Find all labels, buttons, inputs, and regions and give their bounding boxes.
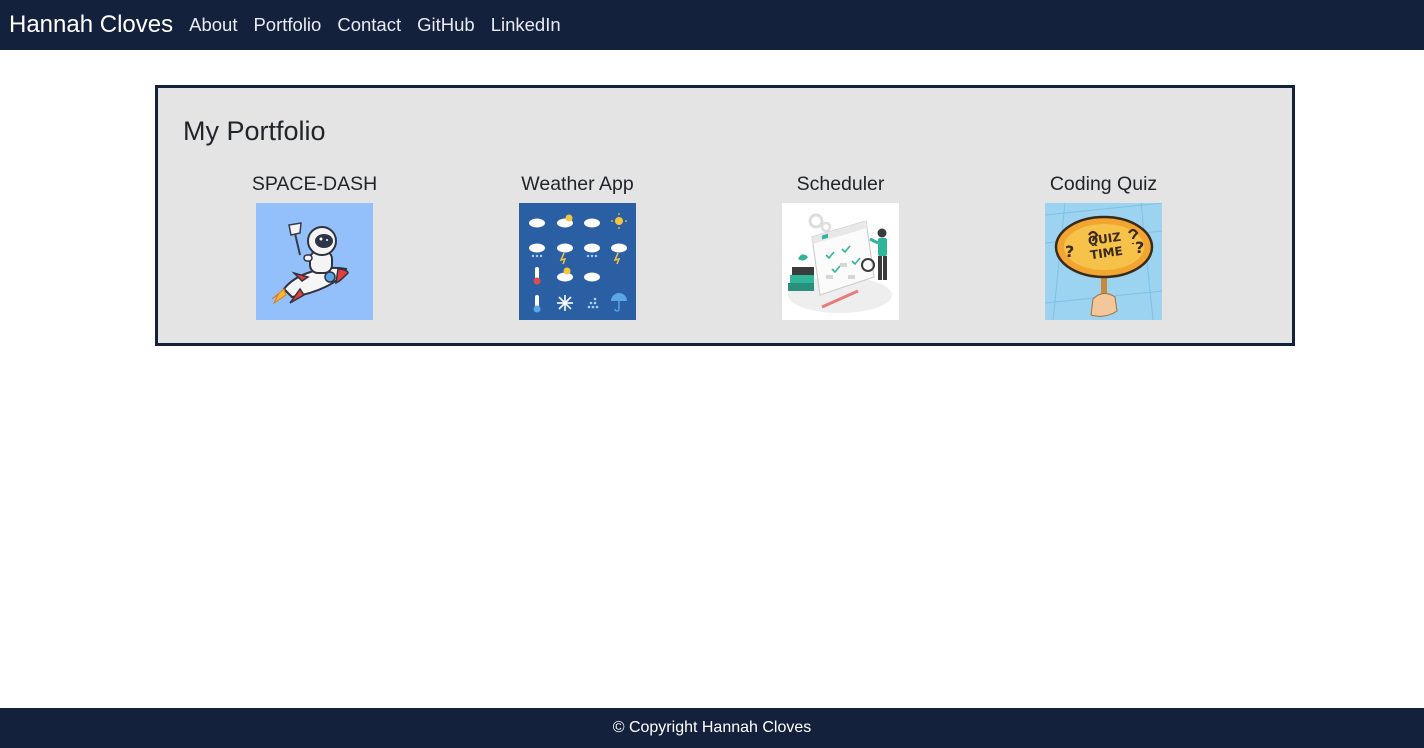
- svg-text:?: ?: [1135, 238, 1144, 257]
- calendar-person-illustration[interactable]: [782, 203, 899, 320]
- project-card-space-dash[interactable]: SPACE-DASH: [183, 171, 446, 320]
- portfolio-section: My Portfolio SPACE-DASH Weather App Sche…: [155, 85, 1295, 346]
- footer: © Copyright Hannah Cloves: [0, 708, 1424, 748]
- project-list: SPACE-DASH Weather App Scheduler Coding …: [183, 171, 1235, 320]
- top-navbar: Hannah Cloves About Portfolio Contact Gi…: [0, 0, 1424, 50]
- nav-link-github[interactable]: GitHub: [417, 14, 475, 36]
- nav-link-about[interactable]: About: [189, 14, 237, 36]
- nav-links: About Portfolio Contact GitHub LinkedIn: [189, 14, 577, 36]
- svg-text:?: ?: [1065, 242, 1074, 261]
- weather-icons-grid[interactable]: [519, 203, 636, 320]
- quiz-time-sign[interactable]: QUIZ TIME ? ?: [1045, 203, 1162, 320]
- project-card-coding-quiz[interactable]: Coding Quiz QUIZ TIME ? ?: [972, 171, 1235, 320]
- project-title[interactable]: SPACE-DASH: [252, 171, 377, 197]
- nav-link-portfolio[interactable]: Portfolio: [253, 14, 321, 36]
- project-title[interactable]: Scheduler: [797, 171, 885, 197]
- project-title[interactable]: Coding Quiz: [1050, 171, 1157, 197]
- brand-link[interactable]: Hannah Cloves: [9, 13, 173, 37]
- nav-link-contact[interactable]: Contact: [337, 14, 401, 36]
- project-card-scheduler[interactable]: Scheduler: [709, 171, 972, 320]
- project-card-weather-app[interactable]: Weather App: [446, 171, 709, 320]
- copyright-text: © Copyright Hannah Cloves: [612, 719, 812, 736]
- nav-link-linkedin[interactable]: LinkedIn: [491, 14, 561, 36]
- project-title[interactable]: Weather App: [521, 171, 633, 197]
- portfolio-heading: My Portfolio: [183, 116, 326, 146]
- astronaut-rocket-icon[interactable]: [256, 203, 373, 320]
